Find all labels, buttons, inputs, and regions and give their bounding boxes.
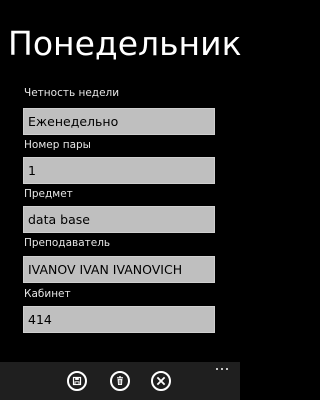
app-bar (0, 362, 240, 400)
room-label: Кабинет (24, 288, 71, 300)
more-ellipsis-icon[interactable] (216, 368, 230, 372)
page-title: Понедельник (8, 24, 242, 63)
delete-icon (117, 376, 123, 385)
teacher-field[interactable]: IVANOV IVAN IVANOVICH (23, 256, 215, 283)
room-field[interactable]: 414 (23, 306, 215, 333)
subject-label: Предмет (24, 188, 73, 200)
lesson-number-field[interactable]: 1 (23, 157, 215, 184)
close-button[interactable] (151, 371, 171, 391)
close-icon (156, 376, 166, 386)
delete-button[interactable] (110, 371, 130, 391)
teacher-label: Преподаватель (24, 237, 111, 249)
subject-field[interactable]: data base (23, 206, 215, 233)
week-parity-field[interactable]: Еженедельно (23, 108, 215, 135)
lesson-number-label: Номер пары (24, 139, 91, 151)
save-icon (72, 376, 82, 386)
week-parity-label: Четность недели (24, 87, 120, 99)
save-button[interactable] (67, 371, 87, 391)
